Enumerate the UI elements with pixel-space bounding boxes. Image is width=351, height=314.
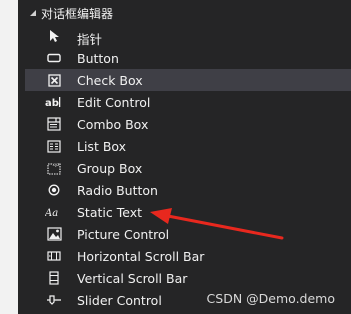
watermark: CSDN @Demo.demo [206,291,335,306]
red-annotation-arrow-icon [150,208,284,240]
